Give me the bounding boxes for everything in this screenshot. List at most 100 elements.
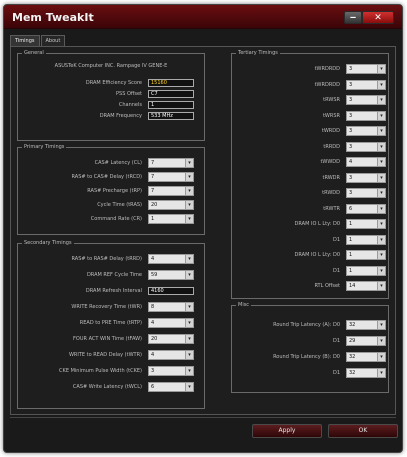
chevron-down-icon[interactable]: ▾ [185, 335, 193, 343]
chevron-down-icon[interactable]: ▾ [377, 251, 385, 259]
secondary-row: WRITE Recovery Time (tWR) 8 ▾ [18, 302, 204, 312]
tertiary-value-select[interactable]: 1 ▾ [346, 234, 386, 245]
minimize-button[interactable]: ‒ [344, 11, 362, 24]
chevron-down-icon[interactable]: ▾ [377, 220, 385, 228]
secondary-value-select[interactable]: 3 ▾ [148, 366, 194, 376]
secondary-row-label: READ to PRE Time (tRTP) [79, 320, 142, 326]
secondary-value-input[interactable]: 4160 [148, 287, 194, 295]
tertiary-value-select[interactable]: 3 ▾ [346, 64, 386, 74]
misc-row: Round Trip Latency (A): D0 32 ▾ [232, 320, 388, 330]
chevron-down-icon[interactable]: ▾ [377, 96, 385, 104]
chevron-down-icon[interactable]: ▾ [185, 383, 193, 391]
tertiary-value-select[interactable]: 4 ▾ [346, 157, 386, 167]
primary-row: Cycle Time (tRAS) 20 ▾ [18, 200, 204, 210]
misc-value-select[interactable]: 29 ▾ [346, 336, 386, 346]
chevron-down-icon[interactable]: ▾ [185, 319, 193, 327]
chevron-down-icon[interactable]: ▾ [377, 266, 385, 275]
general-row-label: Channels [118, 102, 142, 108]
primary-value-select[interactable]: 7 ▾ [148, 172, 194, 182]
primary-value-select[interactable]: 7 ▾ [148, 186, 194, 196]
chevron-down-icon[interactable]: ▾ [185, 187, 193, 195]
chevron-down-icon[interactable]: ▾ [185, 351, 193, 359]
title-bar[interactable]: Mem TweakIt ‒ ✕ [4, 5, 402, 29]
tertiary-value-select[interactable]: 3 ▾ [346, 172, 386, 183]
secondary-value-select[interactable]: 4 ▾ [148, 350, 194, 360]
secondary-value-select[interactable]: 4 ▾ [148, 254, 194, 264]
tertiary-value-select[interactable]: 14 ▾ [346, 281, 386, 291]
tertiary-value-select[interactable]: 3 ▾ [346, 141, 386, 152]
chevron-down-icon[interactable]: ▾ [185, 159, 193, 167]
secondary-value-select[interactable]: 8 ▾ [148, 302, 194, 312]
tertiary-row: tRWSR 3 ▾ [232, 95, 388, 105]
tertiary-value-select[interactable]: 3 ▾ [346, 188, 386, 198]
tab-about[interactable]: About [40, 35, 66, 46]
chevron-down-icon[interactable]: ▾ [377, 369, 385, 377]
tertiary-value-select[interactable]: 3 ▾ [346, 126, 386, 136]
general-row: PSS Offset C7 [18, 89, 204, 99]
close-button[interactable]: ✕ [362, 11, 394, 24]
chevron-down-icon[interactable]: ▾ [377, 204, 385, 213]
secondary-row-label: CKE Minimum Pulse Width (tCKE) [59, 368, 142, 374]
tertiary-value-select[interactable]: 3 ▾ [346, 79, 386, 90]
secondary-value-select[interactable]: 59 ▾ [148, 270, 194, 280]
tab-timings[interactable]: Timings [10, 35, 40, 46]
chevron-down-icon[interactable]: ▾ [377, 80, 385, 89]
misc-value-select[interactable]: 32 ▾ [346, 320, 386, 330]
chevron-down-icon[interactable]: ▾ [377, 189, 385, 197]
chevron-down-icon[interactable]: ▾ [185, 201, 193, 209]
primary-value-select[interactable]: 1 ▾ [148, 214, 194, 224]
chevron-down-icon[interactable]: ▾ [377, 282, 385, 290]
chevron-down-icon[interactable]: ▾ [377, 142, 385, 151]
general-value-readout: C7 [148, 90, 194, 98]
misc-value-select[interactable]: 32 ▾ [346, 368, 386, 378]
tertiary-selected-value: 3 [349, 81, 353, 88]
secondary-row-label: CAS# Write Latency (tWCL) [72, 384, 142, 390]
chevron-down-icon[interactable]: ▾ [185, 215, 193, 223]
chevron-down-icon[interactable]: ▾ [185, 255, 193, 263]
primary-selected-value: 1 [151, 216, 155, 222]
chevron-down-icon[interactable]: ▾ [377, 353, 385, 361]
tertiary-value-select[interactable]: 1 ▾ [346, 219, 386, 229]
tertiary-selected-value: 1 [349, 267, 353, 274]
tertiary-value-select[interactable]: 1 ▾ [346, 250, 386, 260]
secondary-value-select[interactable]: 6 ▾ [148, 382, 194, 392]
chevron-down-icon[interactable]: ▾ [377, 111, 385, 120]
misc-row-label: D1 [332, 370, 340, 376]
secondary-row-label: FOUR ACT WIN Time (tFAW) [73, 336, 142, 342]
chevron-down-icon[interactable]: ▾ [185, 303, 193, 311]
primary-value-select[interactable]: 7 ▾ [148, 158, 194, 168]
misc-row: Round Trip Latency (B): D0 32 ▾ [232, 352, 388, 362]
chevron-down-icon[interactable]: ▾ [185, 367, 193, 375]
misc-row-label: Round Trip Latency (B): D0 [273, 354, 340, 360]
primary-value-select[interactable]: 20 ▾ [148, 200, 194, 210]
footer-divider [10, 417, 396, 418]
secondary-value-select[interactable]: 4 ▾ [148, 318, 194, 328]
chevron-down-icon[interactable]: ▾ [377, 127, 385, 135]
tertiary-value-select[interactable]: 1 ▾ [346, 265, 386, 276]
tertiary-selected-value: 3 [349, 112, 353, 119]
tertiary-value-select[interactable]: 3 ▾ [346, 110, 386, 121]
chevron-down-icon[interactable]: ▾ [185, 173, 193, 181]
chevron-down-icon[interactable]: ▾ [377, 235, 385, 244]
chevron-down-icon[interactable]: ▾ [377, 173, 385, 182]
tertiary-value-select[interactable]: 3 ▾ [346, 95, 386, 105]
secondary-value-select[interactable]: 20 ▾ [148, 334, 194, 344]
general-row-label: DRAM Frequency [99, 113, 142, 119]
secondary-row-label: RAS# to RAS# Delay (tRRD) [71, 256, 143, 262]
chevron-down-icon[interactable]: ▾ [377, 65, 385, 73]
misc-value-select[interactable]: 32 ▾ [346, 352, 386, 362]
tertiary-selected-value: 1 [349, 236, 353, 243]
tertiary-row-label: D1 [332, 267, 340, 274]
chevron-down-icon[interactable]: ▾ [377, 337, 385, 345]
apply-button[interactable]: Apply [252, 424, 322, 438]
general-value-readout: 1 [148, 101, 194, 109]
ok-button[interactable]: OK [328, 424, 398, 438]
close-icon: ✕ [374, 12, 382, 23]
chevron-down-icon[interactable]: ▾ [377, 321, 385, 329]
tertiary-selected-value: 3 [349, 174, 353, 181]
secondary-selected-value: 4 [151, 256, 155, 262]
secondary-selected-value: 6 [151, 384, 155, 390]
tertiary-value-select[interactable]: 6 ▾ [346, 203, 386, 214]
chevron-down-icon[interactable]: ▾ [185, 271, 193, 279]
chevron-down-icon[interactable]: ▾ [377, 158, 385, 166]
